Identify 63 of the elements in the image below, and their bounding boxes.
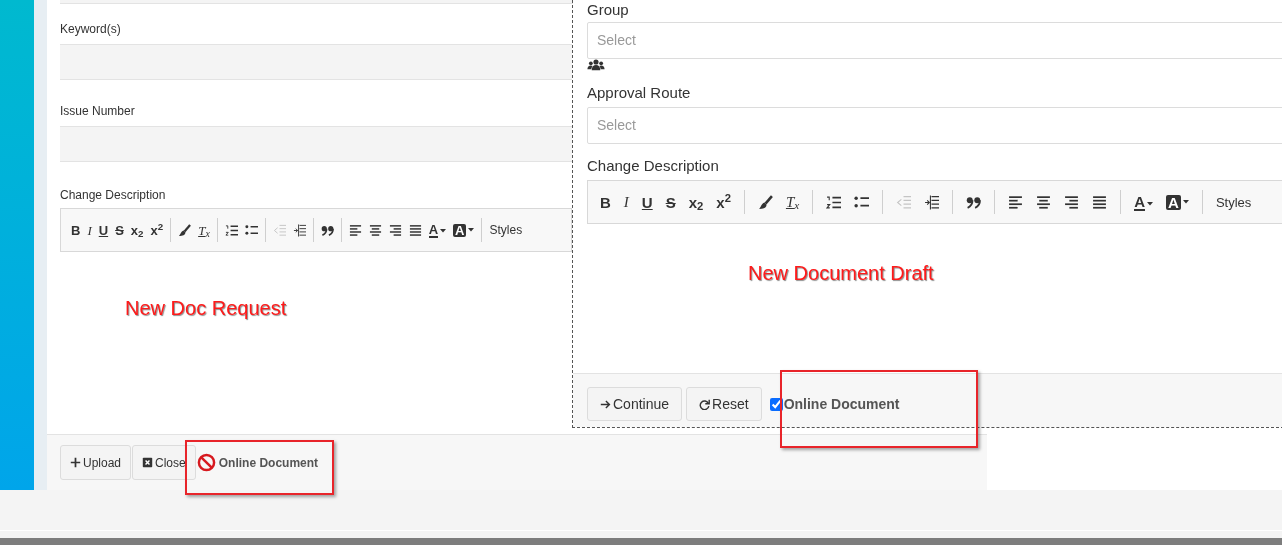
arrow-right-icon bbox=[600, 398, 611, 410]
align-right-icon[interactable] bbox=[388, 223, 402, 237]
styles-dropdown[interactable]: Styles bbox=[489, 224, 523, 236]
upload-button[interactable]: Upload bbox=[60, 445, 132, 480]
quote-icon[interactable] bbox=[320, 223, 334, 237]
italic-button[interactable]: I bbox=[623, 194, 629, 210]
styles-dropdown[interactable]: Styles bbox=[1215, 195, 1282, 209]
strikethrough-button[interactable]: S bbox=[115, 223, 124, 237]
italic-button[interactable]: I bbox=[87, 223, 92, 237]
online-document-checkbox[interactable] bbox=[769, 397, 783, 411]
clear-format-button[interactable]: T$_{x}$ bbox=[198, 223, 210, 237]
align-center-icon[interactable] bbox=[1036, 194, 1052, 210]
underline-button[interactable]: U bbox=[641, 194, 653, 210]
continue-button[interactable]: Continue bbox=[587, 387, 683, 421]
clear-format-button[interactable]: T$_{x}$ bbox=[785, 194, 800, 210]
redo-icon bbox=[699, 398, 711, 410]
underline-button[interactable]: U bbox=[98, 223, 109, 237]
script-button[interactable]: x$^{2}$ bbox=[716, 194, 731, 210]
align-left-icon[interactable] bbox=[348, 223, 362, 237]
script-button[interactable]: x$^{2}$ bbox=[150, 223, 164, 237]
ordered-list-icon[interactable] bbox=[224, 223, 238, 237]
bold-button[interactable]: B bbox=[600, 194, 611, 210]
online-document-label: Online Document bbox=[218, 454, 319, 472]
justify-icon[interactable] bbox=[408, 223, 422, 237]
script-button[interactable]: x$_{2}$ bbox=[688, 194, 704, 210]
field-label: Change Description bbox=[60, 188, 166, 202]
reset-button[interactable]: Reset bbox=[686, 387, 762, 421]
caret-icon bbox=[1182, 200, 1189, 204]
text-field[interactable] bbox=[60, 126, 572, 162]
text-color-button[interactable]: A bbox=[1134, 193, 1154, 211]
text-color-button[interactable]: A bbox=[428, 222, 447, 238]
field-label: Issue Number bbox=[60, 104, 135, 118]
online-document-label: Online Document bbox=[783, 394, 900, 414]
justify-icon[interactable] bbox=[1092, 194, 1108, 210]
close-button[interactable]: Close bbox=[132, 445, 196, 480]
users-icon bbox=[587, 59, 605, 71]
prohibited-icon bbox=[196, 453, 216, 472]
caret-icon bbox=[440, 228, 447, 233]
field-label: Keyword(s) bbox=[60, 22, 121, 36]
strikethrough-button[interactable]: S bbox=[665, 194, 676, 210]
annotation-text: New Doc Request bbox=[125, 296, 287, 321]
script-button[interactable]: x$_{2}$ bbox=[130, 223, 144, 237]
plus-icon bbox=[70, 457, 81, 468]
field-label: Approval Route bbox=[587, 85, 691, 100]
ordered-list-icon[interactable] bbox=[826, 194, 842, 210]
annotation-text: New Document Draft bbox=[748, 261, 934, 286]
align-right-icon[interactable] bbox=[1064, 194, 1080, 210]
caret-icon bbox=[1147, 201, 1154, 206]
caret-icon bbox=[468, 228, 475, 232]
bullet-list-icon[interactable] bbox=[854, 194, 870, 210]
align-center-icon[interactable] bbox=[368, 223, 382, 237]
text-field[interactable] bbox=[60, 44, 572, 80]
align-left-icon[interactable] bbox=[1008, 194, 1024, 210]
bold-button[interactable]: B bbox=[71, 223, 81, 237]
indent-icon[interactable] bbox=[292, 223, 306, 237]
brush-icon[interactable] bbox=[178, 223, 192, 237]
indent-icon[interactable] bbox=[924, 194, 940, 210]
brush-icon[interactable] bbox=[757, 194, 773, 210]
bullet-list-icon[interactable] bbox=[244, 223, 258, 237]
field-label: Group bbox=[587, 1, 629, 18]
close-icon bbox=[142, 457, 154, 468]
quote-icon[interactable] bbox=[966, 194, 982, 210]
field-label: Change Description bbox=[587, 158, 719, 173]
